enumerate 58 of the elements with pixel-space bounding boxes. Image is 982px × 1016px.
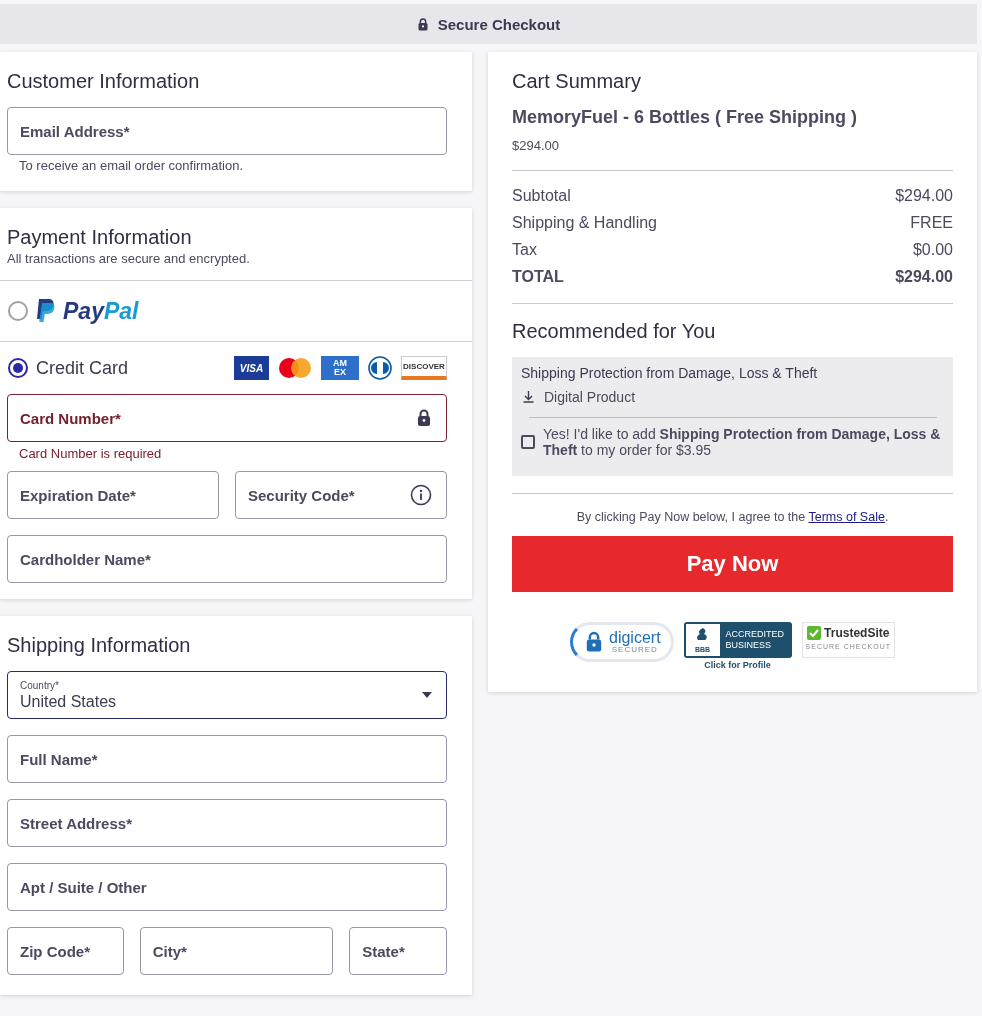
payment-option-label: Credit Card xyxy=(36,357,130,379)
input-field[interactable]: Email Address* xyxy=(7,107,447,155)
checkbox[interactable] xyxy=(521,435,535,449)
section-title: Recommended for You xyxy=(512,320,717,343)
lock-icon xyxy=(416,16,429,32)
summary-label: Tax xyxy=(512,241,537,259)
radio-button[interactable] xyxy=(8,358,28,378)
visa-logo: VISA xyxy=(234,356,269,380)
pay-now-button[interactable]: Pay Now xyxy=(512,536,953,592)
terms-text: By clicking Pay Now below, I agree to the Terms of Sale. xyxy=(575,510,890,524)
section-subtitle: All transactions are secure and encrypted. xyxy=(7,251,251,266)
header-title: Secure Checkout xyxy=(437,15,561,33)
info-icon xyxy=(410,484,432,506)
input-field[interactable]: Cardholder Name* xyxy=(7,535,447,583)
paypal-logo: PayPal xyxy=(34,297,139,325)
input-field[interactable]: City* xyxy=(139,927,334,975)
field-label: Country* xyxy=(20,679,60,691)
input-field[interactable]: Security Code* xyxy=(235,471,447,519)
discover-logo: DISCOVER xyxy=(401,356,447,380)
lock-icon xyxy=(416,408,432,428)
input-field[interactable]: Zip Code* xyxy=(7,927,124,975)
summary-label: Subtotal xyxy=(512,187,571,205)
summary-value: FREE xyxy=(910,214,953,232)
product-price: $294.00 xyxy=(512,138,560,153)
input-field[interactable]: Card Number* xyxy=(7,394,447,442)
radio-button[interactable] xyxy=(8,301,28,321)
input-field[interactable]: Apt / Suite / Other xyxy=(7,863,447,911)
section-title: Cart Summary xyxy=(512,70,642,93)
summary-label: TOTAL xyxy=(512,268,564,286)
field-value: United States xyxy=(20,692,117,711)
caret-icon xyxy=(422,692,432,698)
circle-logo-icon xyxy=(367,356,393,380)
country-dropdown[interactable]: Country* United States xyxy=(7,671,447,719)
section-title: Customer Information xyxy=(7,70,201,93)
checkmark-icon xyxy=(807,626,822,640)
offer-note: Digital Product xyxy=(544,389,636,405)
terms-link[interactable]: Terms of Sale xyxy=(808,510,885,524)
summary-value: $294.00 xyxy=(895,187,953,205)
profile-link[interactable]: Click for Profile xyxy=(704,660,771,670)
summary-value: $0.00 xyxy=(912,241,953,259)
error-message: Card Number is required xyxy=(19,446,163,461)
product-name: MemoryFuel - 6 Bottles ( Free Shipping ) xyxy=(512,107,859,128)
input-field[interactable]: Street Address* xyxy=(7,799,447,847)
two-circles-icon xyxy=(277,356,313,380)
summary-value: $294.00 xyxy=(895,268,953,286)
section-title: Shipping Information xyxy=(7,634,192,657)
security-badge[interactable]: digicert SECURED xyxy=(570,622,674,662)
paypal-icon xyxy=(34,298,56,324)
input-field[interactable]: State* xyxy=(349,927,447,975)
input-field[interactable]: Expiration Date* xyxy=(7,471,219,519)
summary-label: Shipping & Handling xyxy=(512,214,657,232)
input-field[interactable]: Full Name* xyxy=(7,735,447,783)
section-title: Payment Information xyxy=(7,226,193,249)
offer-title: Shipping Protection from Damage, Loss & Theft xyxy=(521,365,819,381)
helper-text: To receive an email order confirmation. xyxy=(19,158,244,173)
amex-logo: AM EX xyxy=(321,356,359,380)
checkbox-label: Yes! I'd like to add Shipping Protection from Damage, Loss & Theft to my order for $3.95 xyxy=(543,426,942,458)
download-icon xyxy=(523,391,534,403)
